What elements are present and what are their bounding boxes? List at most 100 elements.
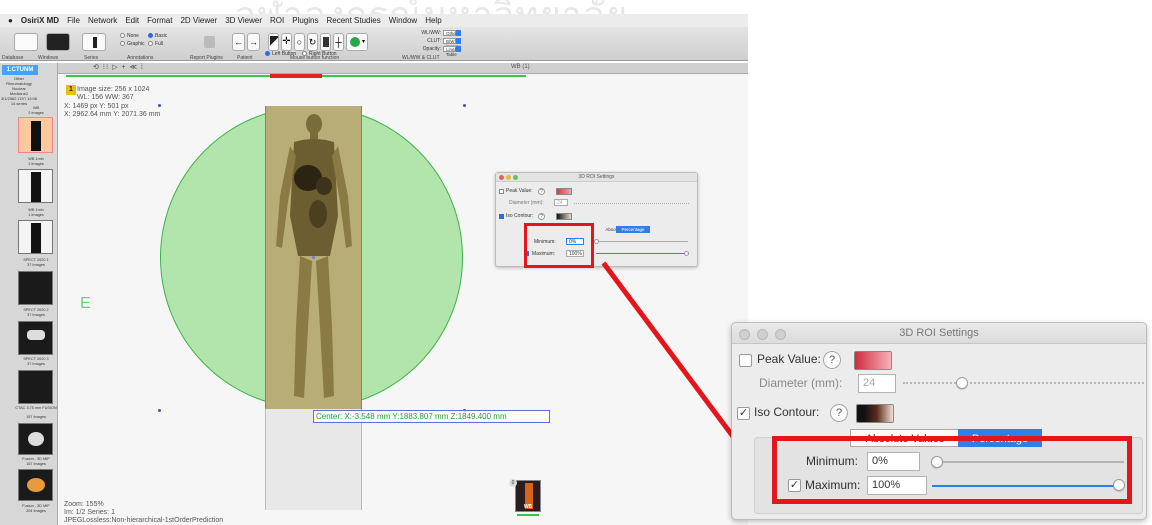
- screenshot: จุฬาลงกรณ์มหาวิทยาลัย ● OsiriX MD File N…: [0, 0, 1152, 525]
- annotation-graphic-radio[interactable]: Graphic: [120, 41, 145, 47]
- series-thumb-fusion-1[interactable]: [18, 469, 53, 501]
- menu-help[interactable]: Help: [425, 16, 441, 25]
- zoom-icon[interactable]: [513, 175, 518, 180]
- mini-thumbnail-badge: 0: [509, 479, 517, 487]
- peak-color-swatch[interactable]: [854, 351, 892, 370]
- arrow-left-icon: ←: [234, 37, 243, 47]
- iso-color-swatch[interactable]: [856, 404, 894, 423]
- thumb-caption: 1 Images: [28, 162, 44, 166]
- menu-window[interactable]: Window: [389, 16, 417, 25]
- section-windows: Windows: [38, 55, 59, 61]
- series-thumb-spect-3[interactable]: [18, 370, 53, 404]
- thumb-caption: WB: [32, 106, 40, 110]
- annotation-basic-radio[interactable]: Basic: [148, 33, 167, 39]
- toolbar-section-labels: Database Windows Series Annotations Repo…: [0, 55, 748, 63]
- section-annotations: Annotations: [127, 55, 154, 61]
- diameter-field-small[interactable]: 24: [554, 199, 568, 206]
- help-icon[interactable]: ?: [823, 351, 841, 369]
- roi-tool-button[interactable]: ▾: [346, 33, 368, 51]
- scroll-tool-button[interactable]: [320, 33, 331, 51]
- minimize-icon[interactable]: [757, 329, 768, 340]
- help-icon[interactable]: ?: [830, 404, 848, 422]
- iso-contour-checkbox[interactable]: ✓: [737, 407, 750, 420]
- menu-network[interactable]: Network: [88, 16, 117, 25]
- menu-3d-viewer[interactable]: 3D Viewer: [225, 16, 262, 25]
- zoom-tool-button[interactable]: ○: [294, 33, 305, 51]
- windows-button[interactable]: [46, 33, 70, 51]
- minimum-slider-small[interactable]: [596, 241, 688, 242]
- move-tool-button[interactable]: ✛: [281, 33, 292, 51]
- iso-color-swatch-small[interactable]: [556, 213, 572, 220]
- menu-file[interactable]: File: [67, 16, 80, 25]
- peak-color-swatch-small[interactable]: [556, 188, 572, 195]
- clut-dropdown-icon[interactable]: [456, 38, 461, 44]
- annotation-full-radio[interactable]: Full: [148, 41, 163, 47]
- wlww-dropdown-icon[interactable]: [456, 30, 461, 36]
- roi-handle[interactable]: [158, 409, 161, 412]
- roi-handle[interactable]: [463, 104, 466, 107]
- clut-select[interactable]: B/W Inverse: [443, 38, 461, 49]
- menu-app-name[interactable]: OsiriX MD: [21, 16, 59, 25]
- thumb-caption: 37 Images: [27, 263, 45, 267]
- roi-center-point[interactable]: [312, 256, 315, 259]
- dialog-titlebar: 3D ROI Settings: [496, 173, 697, 182]
- next-patient-button[interactable]: →: [247, 33, 260, 51]
- menu-edit[interactable]: Edit: [125, 16, 139, 25]
- thumb-caption: 157 Images: [26, 462, 46, 466]
- clut-label: CLUT:: [427, 38, 441, 44]
- crosshair-tool-button[interactable]: ┼: [333, 33, 344, 51]
- section-report-plugins: Report Plugins: [190, 55, 223, 61]
- opacity-dropdown-icon[interactable]: [456, 46, 461, 52]
- series-thumb-spect-1[interactable]: [18, 271, 53, 305]
- series-thumb-wb[interactable]: [18, 117, 53, 153]
- viewer-sync-controls[interactable]: ⟲ ⁝⁝ ▷ + ≪ ⁞: [93, 63, 144, 71]
- database-button[interactable]: [14, 33, 38, 51]
- menu-2d-viewer[interactable]: 2D Viewer: [180, 16, 217, 25]
- help-icon[interactable]: ?: [538, 188, 545, 195]
- roi-handle[interactable]: [158, 104, 161, 107]
- maximum-slider-small[interactable]: [596, 253, 688, 254]
- close-icon[interactable]: [739, 329, 750, 340]
- menu-roi[interactable]: ROI: [270, 16, 284, 25]
- series-thumb-wb-1min-2[interactable]: [18, 220, 53, 254]
- tab-percentage-small[interactable]: Percentage: [616, 226, 650, 233]
- menu-recent-studies[interactable]: Recent Studies: [326, 16, 380, 25]
- current-slice-indicator[interactable]: [270, 74, 322, 78]
- opacity-label: Opacity:: [422, 46, 441, 52]
- rotate-tool-button[interactable]: ↻: [307, 33, 318, 51]
- maximum-slider-knob-small[interactable]: [684, 251, 689, 256]
- thumb-caption: SPECT 2020 1: [23, 258, 49, 262]
- apple-menu-icon[interactable]: ●: [8, 16, 13, 25]
- overlay-image-size: Image size: 256 x 1024: [77, 86, 150, 93]
- diameter-slider[interactable]: [903, 382, 1144, 384]
- previous-patient-button[interactable]: ←: [232, 33, 245, 51]
- menu-plugins[interactable]: Plugins: [292, 16, 318, 25]
- series-button[interactable]: [82, 33, 106, 51]
- series-thumb-spect-2[interactable]: [18, 321, 53, 355]
- close-icon[interactable]: [499, 175, 504, 180]
- report-plugins-icon[interactable]: [200, 33, 220, 51]
- diameter-slider-knob[interactable]: [956, 377, 968, 389]
- series-thumb-wb-1min[interactable]: [18, 169, 53, 203]
- menu-format[interactable]: Format: [147, 16, 172, 25]
- help-icon[interactable]: ?: [538, 213, 545, 220]
- minimum-slider-knob-small[interactable]: [594, 239, 599, 244]
- thumb-caption: SPECT 2020 3: [23, 357, 49, 361]
- peak-value-checkbox[interactable]: [739, 354, 752, 367]
- move-icon: ✛: [282, 36, 291, 47]
- iso-contour-checkbox-small[interactable]: [499, 214, 504, 219]
- diameter-slider-small[interactable]: [574, 203, 689, 204]
- zoom-icon[interactable]: [775, 329, 786, 340]
- wlww-select[interactable]: Other: [443, 30, 457, 36]
- wl-tool-button[interactable]: [268, 33, 279, 51]
- series-thumb-ctac[interactable]: [18, 423, 53, 455]
- thumb-caption: 37 Images: [27, 362, 45, 366]
- minimize-icon[interactable]: [506, 175, 511, 180]
- opacity-select[interactable]: Linear Table: [443, 46, 459, 57]
- peak-value-checkbox-small[interactable]: [499, 189, 504, 194]
- annotation-none-radio[interactable]: None: [120, 33, 139, 39]
- orientation-marker: E: [80, 295, 91, 312]
- diameter-field[interactable]: 24: [858, 374, 896, 393]
- mini-thumbnail[interactable]: WB: [515, 480, 541, 512]
- overlay-image-series: Im: 1/2 Series: 1: [64, 509, 115, 516]
